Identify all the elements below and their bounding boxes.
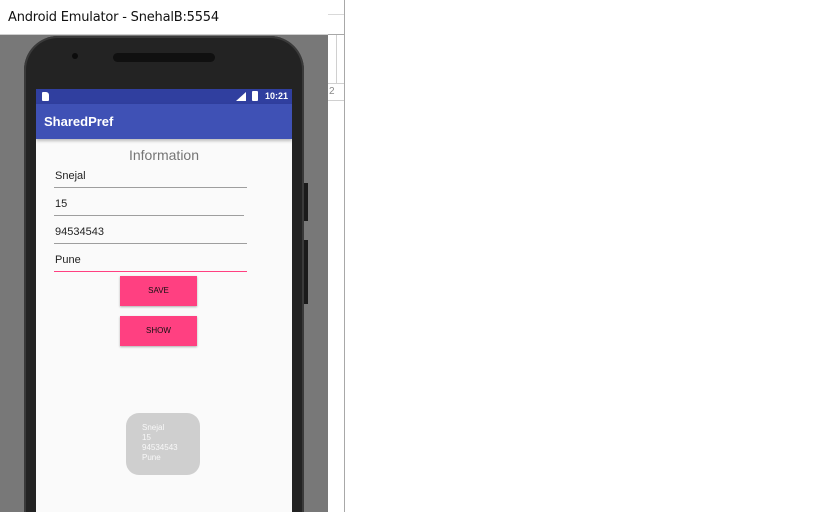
emulator-titlebar[interactable]: Android Emulator - SnehalB:5554 bbox=[0, 0, 328, 35]
phone-field[interactable]: 94534543 bbox=[54, 222, 247, 244]
signal-icon bbox=[236, 92, 246, 101]
name-field[interactable]: Snejal bbox=[54, 166, 247, 188]
form-heading: Information bbox=[128, 147, 200, 163]
toast-line: 94534543 bbox=[142, 443, 178, 452]
app-bar: SharedPref bbox=[36, 104, 292, 139]
speaker-grille bbox=[113, 53, 215, 62]
toast-line: Pune bbox=[142, 453, 161, 462]
city-field[interactable]: Pune bbox=[54, 250, 247, 272]
toast-line: Snejal bbox=[142, 423, 165, 432]
age-field[interactable]: 15 bbox=[54, 194, 244, 216]
window-title: Android Emulator - SnehalB:5554 bbox=[8, 10, 219, 25]
save-button[interactable]: SAVE bbox=[120, 276, 197, 306]
camera-icon bbox=[72, 53, 78, 59]
volume-button[interactable] bbox=[304, 240, 308, 304]
status-time: 10:21 bbox=[265, 91, 289, 101]
ide-divider bbox=[336, 35, 337, 83]
device-screen: 10:21 SharedPref Information Snejal 15 9… bbox=[36, 89, 292, 512]
ide-divider bbox=[328, 14, 344, 15]
show-button[interactable]: SHOW bbox=[120, 316, 197, 346]
power-button[interactable] bbox=[304, 183, 308, 221]
emulator-window: Android Emulator - SnehalB:5554 10:21 Sh… bbox=[0, 0, 329, 512]
sim-card-icon bbox=[42, 92, 49, 101]
toast-message: Snejal 15 94534543 Pune bbox=[126, 413, 200, 475]
status-bar: 10:21 bbox=[36, 89, 292, 104]
ide-tab-fragment[interactable]: 2 bbox=[328, 83, 344, 101]
toast-line: 15 bbox=[142, 433, 151, 442]
battery-icon bbox=[252, 91, 258, 101]
app-title: SharedPref bbox=[44, 114, 114, 129]
